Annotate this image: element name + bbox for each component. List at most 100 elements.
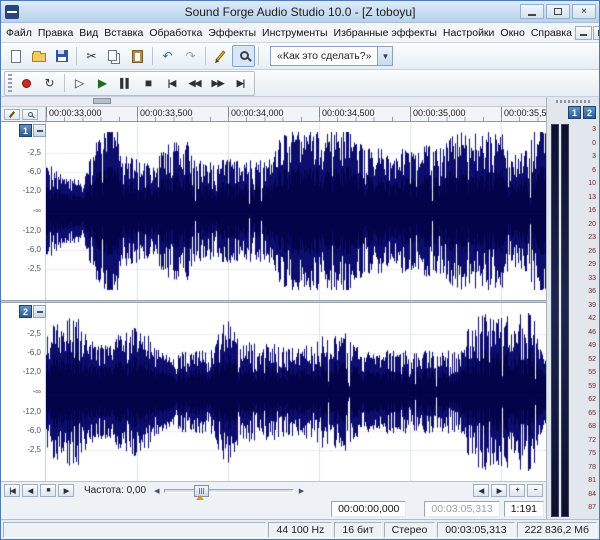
zoom-ratio-display[interactable]: 1:191 [504, 501, 544, 517]
channel-1-badge[interactable]: 1 [19, 124, 32, 137]
rewind-button[interactable]: ◀◀ [183, 72, 206, 94]
meter-scale-label: 33 [588, 275, 596, 282]
time-ruler[interactable]: 00:00:33,00000:00:33,50000:00:34,00000:0… [46, 107, 546, 121]
record-button[interactable] [15, 72, 38, 94]
play-all-icon: ▷ [75, 77, 84, 89]
undo-button[interactable]: ↶ [156, 45, 179, 67]
doc-restore-button[interactable] [593, 26, 600, 40]
transport-island: ↻ ▷ ▶ ▌▌ ■ |◀ ◀◀ ▶▶ ▶| [4, 71, 255, 96]
redo-button[interactable]: ↷ [179, 45, 202, 67]
menu-item-9[interactable]: Настройки [440, 25, 498, 41]
menu-item-1[interactable]: Файл [3, 25, 35, 41]
meter-panel: 1 2 303610131620232629333639424649525559… [546, 97, 599, 519]
go-to-start-button[interactable]: |◀ [160, 72, 183, 94]
db-label: -12,0 [23, 407, 41, 416]
zoom-out-button[interactable]: − [527, 484, 543, 497]
scrub-left-arrow-icon[interactable]: ◀ [154, 487, 159, 495]
menu-item-8[interactable]: Избранные эффекты [331, 25, 440, 41]
copy-icon [108, 50, 117, 61]
scroll-left-button[interactable]: ◀ [473, 484, 489, 497]
drag-grip[interactable] [8, 74, 12, 92]
scrub-right-arrow-icon[interactable]: ▶ [299, 487, 304, 495]
copy-button[interactable] [103, 45, 126, 67]
play-button[interactable]: ▶ [91, 72, 114, 94]
meter-channel-1-badge[interactable]: 1 [568, 106, 581, 119]
meter-header: 1 2 [547, 106, 599, 122]
waveform-channel-1[interactable] [46, 122, 546, 300]
edit-tool-button[interactable] [209, 45, 232, 67]
cut-button[interactable]: ✂ [80, 45, 103, 67]
rewind-icon: ◀◀ [189, 79, 201, 88]
scrub-control[interactable]: ◀ ▶ [154, 484, 304, 498]
playbar-rewind-button[interactable]: ◀ [22, 484, 38, 497]
doc-minimize-button[interactable] [575, 26, 592, 40]
redo-icon: ↷ [185, 50, 195, 62]
playbar-stop-button[interactable]: ■ [40, 484, 56, 497]
menu-item-11[interactable]: Справка [528, 25, 575, 41]
loop-icon: ↻ [44, 77, 54, 89]
close-button[interactable]: × [572, 4, 596, 19]
menu-item-10[interactable]: Окно [497, 25, 527, 41]
zoom-in-button[interactable]: + [509, 484, 525, 497]
ruler-label: 00:00:33,500 [140, 108, 193, 118]
main-toolbar: ✂ ↶ ↷ «Как это сделать?» ▼ [1, 43, 599, 70]
playbar-go-to-start-button[interactable]: |◀ [4, 484, 20, 497]
channel-1: 1 -2,5-6,0-12,0-∞-12,0-6,0-2,5 [1, 122, 546, 300]
menu-item-3[interactable]: Вид [76, 25, 101, 41]
menu-item-6[interactable]: Эффекты [205, 25, 259, 41]
minimize-icon [528, 14, 536, 16]
loop-playback-button[interactable]: ↻ [38, 72, 61, 94]
meter-scale-label: 10 [588, 180, 596, 187]
open-file-button[interactable] [27, 45, 50, 67]
waveform-channel-2[interactable] [46, 303, 546, 481]
db-label: -6,0 [27, 245, 41, 254]
menu-item-2[interactable]: Правка [35, 25, 76, 41]
selection-length-display[interactable]: 00:03:05,313 [424, 501, 499, 517]
save-file-button[interactable] [50, 45, 73, 67]
play-all-button[interactable]: ▷ [68, 72, 91, 94]
paste-button[interactable] [126, 45, 149, 67]
ruler-tick [501, 107, 502, 121]
menu-item-7[interactable]: Инструменты [259, 25, 330, 41]
db-label: -12,0 [23, 367, 41, 376]
pause-icon: ▌▌ [120, 79, 131, 88]
toolbar-separator [152, 47, 153, 65]
frequency-label: Частота: 0,00 [84, 485, 146, 496]
ruler-tick [410, 107, 411, 121]
channel-2-badge[interactable]: 2 [19, 305, 32, 318]
maximize-button[interactable] [546, 4, 570, 19]
forward-button[interactable]: ▶▶ [206, 72, 229, 94]
zoom-tool-button[interactable] [22, 109, 38, 120]
overview-thumb[interactable] [93, 98, 111, 104]
go-to-end-button[interactable]: ▶| [229, 72, 252, 94]
ruler-tick [137, 107, 138, 121]
meter-channel-2-badge[interactable]: 2 [583, 106, 596, 119]
magnifier-icon [240, 51, 249, 60]
scrub-groove[interactable] [164, 489, 294, 493]
help-combo[interactable]: «Как это сделать?» ▼ [270, 46, 393, 66]
time-display-row: 00:00:00,000 00:03:05,313 1:191 [1, 499, 546, 519]
level-ruler-1[interactable]: 1 -2,5-6,0-12,0-∞-12,0-6,0-2,5 [1, 122, 46, 300]
channel-1-minimize-button[interactable] [33, 124, 46, 137]
menu-item-5[interactable]: Обработка [146, 25, 205, 41]
db-label: -6,0 [27, 426, 41, 435]
new-file-button[interactable] [4, 45, 27, 67]
channel-2-minimize-button[interactable] [33, 305, 46, 318]
edit-cursor-button[interactable] [4, 109, 20, 120]
meter-scale-label: 16 [588, 207, 596, 214]
overview-bar[interactable] [1, 97, 546, 107]
position-display[interactable]: 00:00:00,000 [331, 501, 406, 517]
menu-item-4[interactable]: Вставка [101, 25, 146, 41]
minimize-button[interactable] [520, 4, 544, 19]
pause-button[interactable]: ▌▌ [114, 72, 137, 94]
chevron-down-icon[interactable]: ▼ [377, 47, 392, 65]
stop-button[interactable]: ■ [137, 72, 160, 94]
playbar-play-button[interactable]: ▶ [58, 484, 74, 497]
scroll-right-button[interactable]: ▶ [491, 484, 507, 497]
window-title: Sound Forge Audio Studio 10.0 - [Z toboy… [1, 5, 599, 19]
level-ruler-2[interactable]: 2 -2,5-6,0-12,0-∞-12,0-6,0-2,5 [1, 303, 46, 481]
status-message-area [3, 522, 266, 538]
magnify-tool-button[interactable] [232, 45, 255, 67]
meter-scale-label: 72 [588, 437, 596, 444]
meter-grip[interactable] [547, 97, 599, 106]
